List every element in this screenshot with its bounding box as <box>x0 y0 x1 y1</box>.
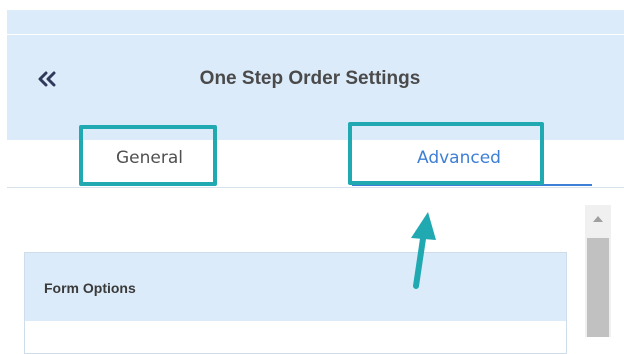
scrollbar-thumb[interactable] <box>587 238 609 337</box>
highlight-box-advanced <box>348 122 544 185</box>
collapse-button[interactable] <box>32 64 62 94</box>
highlight-box-general <box>79 125 217 186</box>
card-header: Form Options <box>25 253 566 321</box>
top-strip <box>0 0 624 10</box>
card-title: Form Options <box>44 280 136 296</box>
form-options-card: Form Options <box>24 252 567 354</box>
scroll-up-button[interactable] <box>585 207 611 231</box>
page-title: One Step Order Settings <box>199 68 421 89</box>
header-divider <box>7 34 624 35</box>
arrow-up-icon <box>411 212 436 289</box>
double-chevron-left-icon <box>38 71 56 87</box>
triangle-up-icon <box>593 216 603 222</box>
